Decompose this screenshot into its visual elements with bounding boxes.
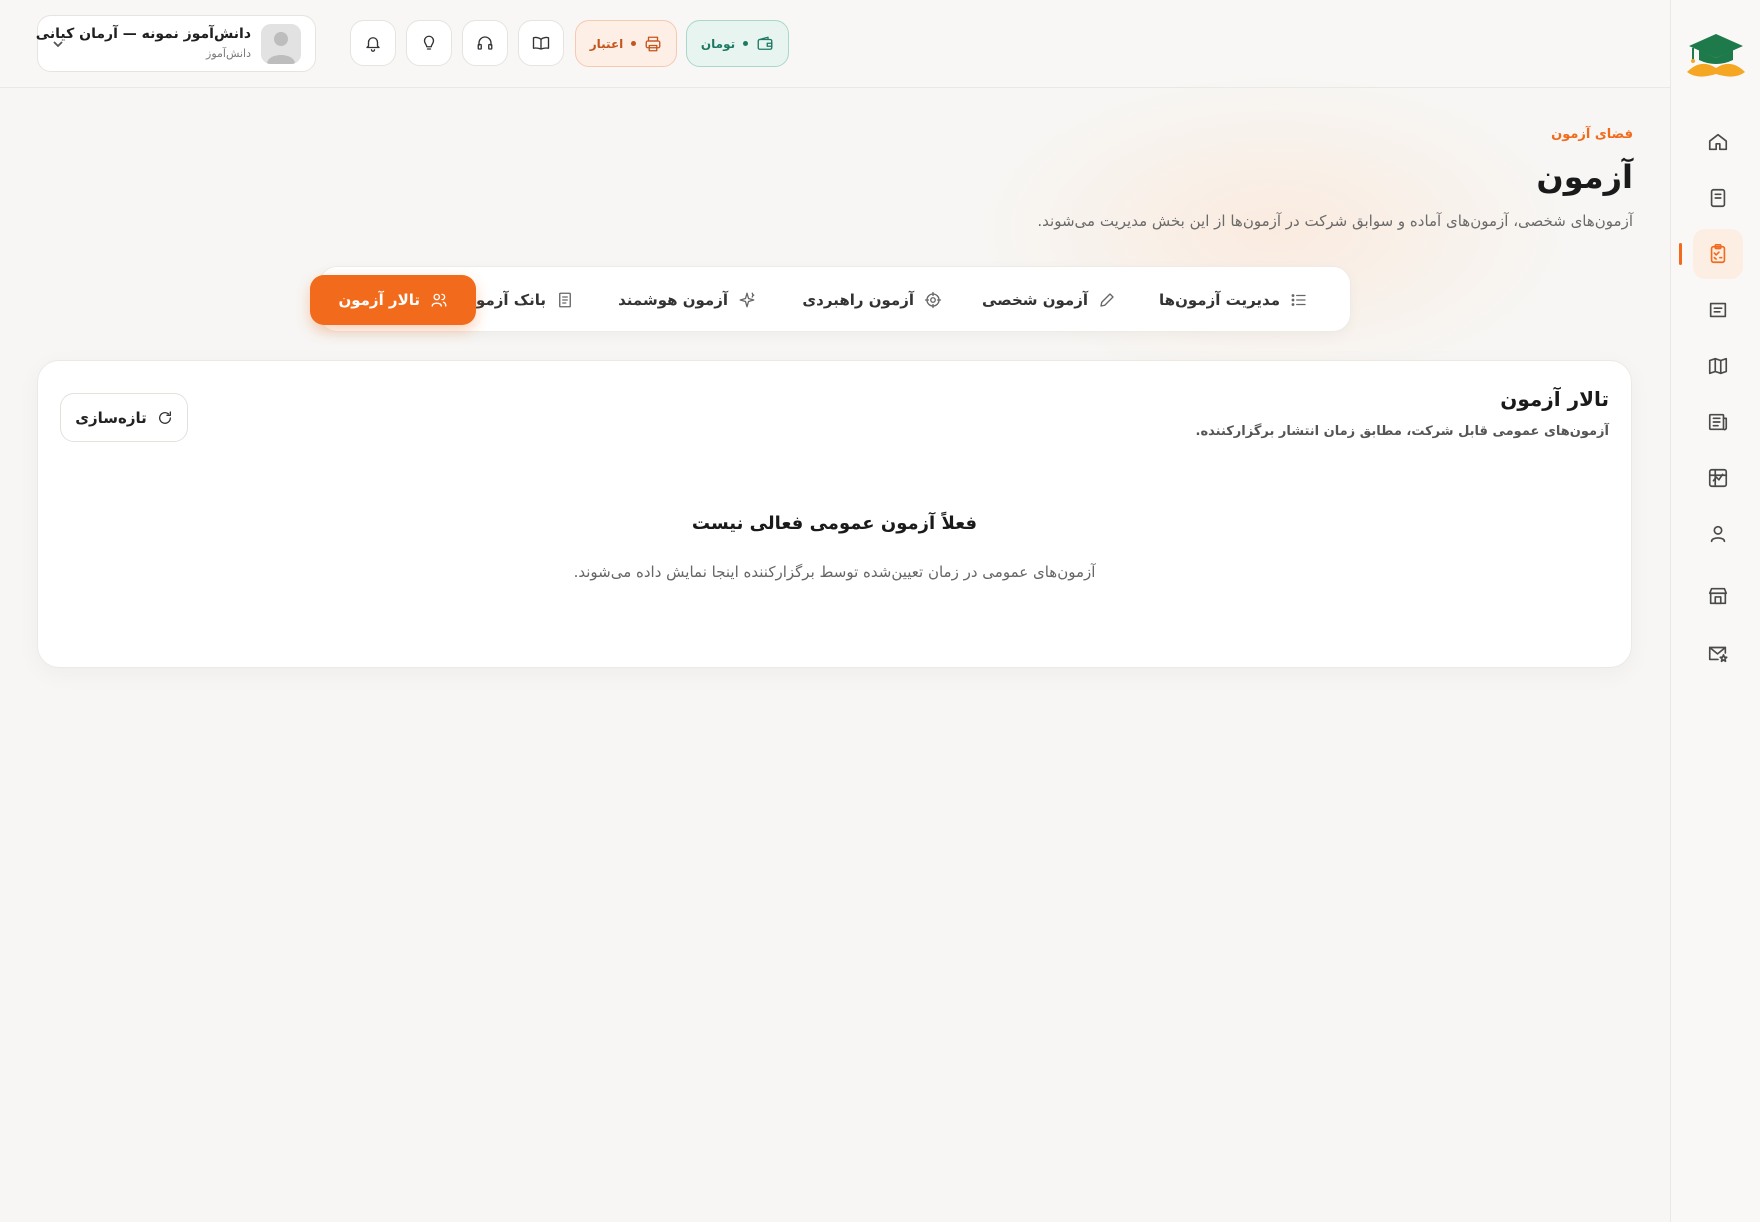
user-menu[interactable]: دانش‌آموز نمونه — آرمان کیانی دانش‌آموز [35, 15, 316, 72]
notifications-button[interactable] [350, 20, 396, 66]
tab-smart-exam[interactable]: آزمون هوشمند [594, 275, 780, 325]
sidebar-item-reports[interactable] [1693, 453, 1743, 503]
active-indicator [1679, 243, 1682, 265]
map-icon [1708, 357, 1728, 375]
clipboard-check-icon [1710, 244, 1726, 264]
tab-manage-exams[interactable]: مدیریت آزمون‌ها [1135, 275, 1332, 325]
avatar [261, 24, 301, 64]
chevron-down-icon[interactable] [50, 36, 66, 52]
page-eyebrow: فضای آزمون [1551, 127, 1633, 142]
book-icon [559, 292, 571, 308]
tab-label: آزمون شخصی [981, 291, 1088, 309]
chart-grid-icon [1708, 468, 1728, 488]
user-icon [1710, 525, 1726, 543]
sparkle-icon [739, 292, 755, 308]
printer-icon [645, 36, 661, 51]
sidebar-item-exam[interactable] [1679, 229, 1743, 279]
tab-exam-hall[interactable]: تالار آزمون [310, 275, 476, 325]
tab-personal-exam[interactable]: آزمون شخصی [958, 275, 1140, 325]
empty-state-description: آزمون‌های عمومی در زمان تعیین‌شده توسط ب… [573, 563, 1096, 581]
tab-label: مدیریت آزمون‌ها [1159, 291, 1280, 309]
tab-label: آزمون هوشمند [618, 291, 728, 309]
exam-hall-card: تالار آزمون آزمون‌های عمومی قابل شرکت، م… [37, 360, 1632, 668]
sidebar-item-profile[interactable] [1693, 509, 1743, 559]
sidebar-item-articles[interactable] [1693, 397, 1743, 447]
page-title: آزمون [1536, 158, 1633, 196]
credit-label: اعتبار [589, 36, 624, 51]
wallet-dot [743, 41, 749, 46]
sidebar-item-store[interactable] [1693, 571, 1743, 621]
headset-icon [477, 36, 493, 50]
decorative-glow [950, 60, 1600, 400]
refresh-label: تازه‌سازی [75, 408, 147, 427]
exam-tabs: مدیریت آزمون‌ها آزمون شخصی آزمون راهبردی… [310, 266, 1351, 332]
crosshair-icon [924, 291, 942, 309]
list-icon [1291, 294, 1306, 306]
wallet-icon [757, 36, 773, 50]
app-logo[interactable] [1683, 28, 1749, 80]
tips-button[interactable] [406, 20, 452, 66]
user-name: دانش‌آموز نمونه — آرمان کیانی [35, 26, 251, 42]
sidebar-item-home[interactable] [1693, 117, 1743, 167]
empty-state-title: فعلاً آزمون عمومی فعالی نیست [691, 513, 978, 534]
lightbulb-icon [423, 35, 435, 50]
user-role: دانش‌آموز [206, 47, 251, 60]
pencil-icon [1100, 293, 1114, 307]
sidebar [1670, 0, 1760, 1222]
library-button[interactable] [518, 20, 564, 66]
home-icon [1708, 133, 1728, 151]
toman-label: تومان [700, 36, 736, 51]
notification-bell-icon [366, 37, 380, 52]
sidebar-item-map[interactable] [1693, 341, 1743, 391]
users-icon [431, 293, 447, 307]
notebook-icon [1710, 188, 1726, 208]
article-icon [1708, 413, 1728, 431]
tab-label: آزمون راهبردی [802, 291, 914, 309]
book-open-icon [532, 36, 550, 50]
mail-star-icon [1708, 646, 1728, 663]
support-button[interactable] [462, 20, 508, 66]
card-title: تالار آزمون [1500, 387, 1609, 411]
refresh-button[interactable]: تازه‌سازی [60, 393, 188, 442]
page-description: آزمون‌های شخصی، آزمون‌های آماده و سوابق … [1037, 212, 1633, 230]
credit-badge[interactable]: اعتبار [575, 20, 677, 67]
tab-label: تالار آزمون [338, 291, 420, 309]
store-icon [1708, 587, 1728, 605]
tab-strategic-exam[interactable]: آزمون راهبردی [778, 275, 966, 325]
sidebar-item-notebook[interactable] [1693, 173, 1743, 223]
credit-dot [631, 41, 637, 46]
card-subtitle: آزمون‌های عمومی قابل شرکت، مطابق زمان ان… [1195, 424, 1609, 439]
sidebar-item-messages[interactable] [1693, 628, 1743, 678]
refresh-icon [158, 410, 171, 424]
document-icon [1709, 302, 1727, 318]
sidebar-item-documents[interactable] [1693, 285, 1743, 335]
wallet-badge[interactable]: تومان [686, 20, 789, 67]
